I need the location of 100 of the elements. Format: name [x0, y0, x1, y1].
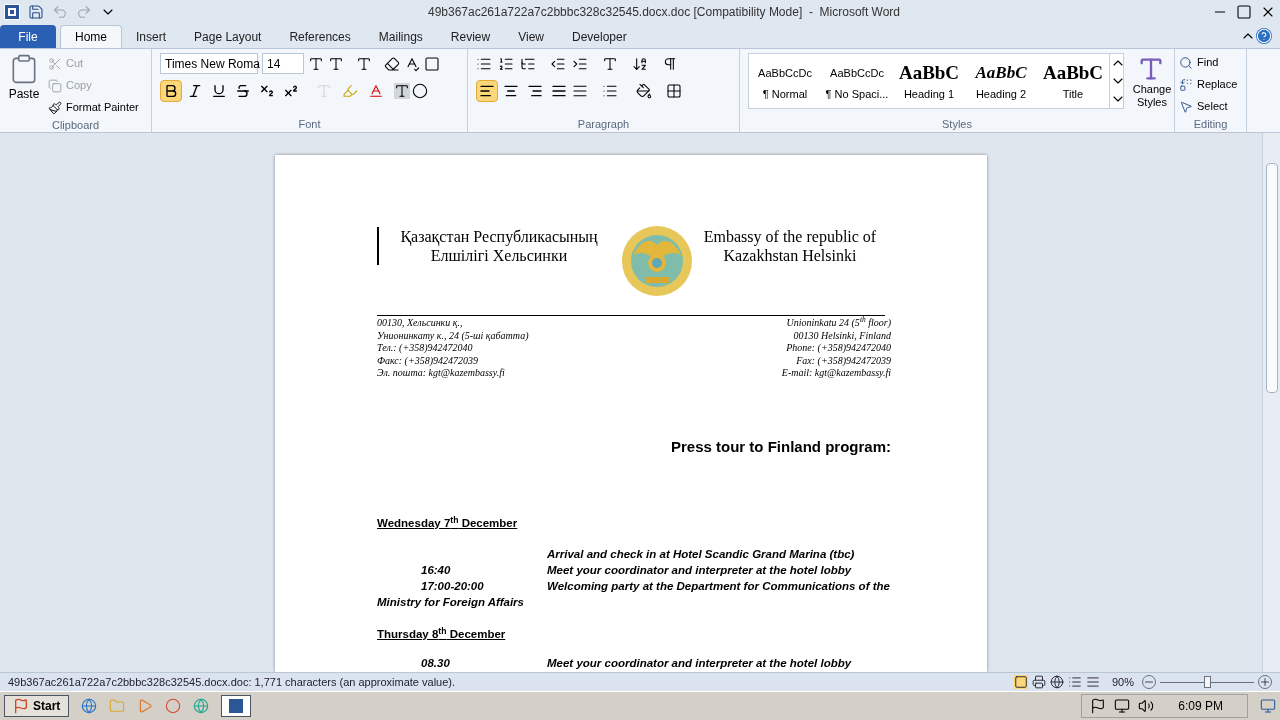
style-item[interactable]: AaBbC Title	[1037, 54, 1109, 108]
style-preview: AaBbCcDc	[830, 65, 884, 81]
vertical-scrollbar[interactable]	[1262, 133, 1280, 672]
group-label: Paragraph	[576, 117, 631, 132]
schedule-text: Meet your coordinator and interpreter at the hotel lobby	[547, 655, 852, 671]
start-button[interactable]: Start	[4, 695, 70, 717]
sort-icon[interactable]	[632, 55, 648, 72]
emblem-drawing	[621, 225, 693, 297]
borders-icon[interactable]	[666, 83, 682, 99]
header-text: Елшілігі Хельсинки	[430, 246, 568, 265]
font-color-icon[interactable]	[368, 83, 384, 99]
zoom-level[interactable]: 90%	[1111, 673, 1134, 691]
file-tab[interactable]: File	[0, 25, 56, 48]
flag-icon[interactable]	[1090, 698, 1107, 714]
editing-command[interactable]: Select	[1179, 97, 1238, 116]
group-label: Editing	[1192, 117, 1229, 132]
style-preview: AaBbC	[898, 60, 960, 85]
show-desktop-icon[interactable]	[1260, 698, 1276, 714]
address-line: 00130, Хельсинки қ.,	[377, 317, 464, 330]
address-line: Унионинкату к., 24 (5-ші қабатта)	[377, 329, 529, 342]
replace-icon	[1179, 77, 1193, 92]
subscript-icon	[259, 83, 275, 99]
address-line: Тел.: (+358)942472040	[377, 342, 474, 355]
word-taskbar-button[interactable]	[221, 695, 252, 717]
ribbon-tab[interactable]: Insert	[122, 25, 181, 48]
draft-icon[interactable]	[1085, 675, 1100, 689]
group-label: Styles	[941, 117, 973, 132]
font-name-field[interactable]: Times New Roma	[160, 53, 258, 74]
day-heading: Thursday 8$^{th}$ December	[377, 626, 506, 643]
schedule-text: Ministry for Foreign Affairs	[377, 595, 525, 611]
paste-button[interactable]: Paste	[4, 53, 44, 117]
schedule-time: 17:00-20:00	[421, 579, 484, 592]
header-text: Kazakhstan Helsinki	[723, 246, 857, 265]
save-icon[interactable]	[28, 4, 44, 20]
numbering-icon[interactable]	[498, 55, 514, 72]
style-preview: AaBbCcDc	[758, 65, 812, 81]
align-left-icon	[479, 83, 495, 99]
schedule-text: Arrival and check in at Hotel Scandic Grand Marina (tbc)	[547, 546, 855, 562]
editing-command[interactable]: Find	[1179, 53, 1238, 72]
bold-icon	[163, 83, 179, 99]
status-text: 49b367ac261a722a7c2bbbc328c32545.docx.doc: 1,771 characters (an approximate value).	[8, 674, 456, 690]
ribbon-tab[interactable]: Review	[436, 25, 505, 48]
day-heading: Wednesday 7$^{th}$ December	[377, 515, 518, 531]
font-size-field[interactable]: 14	[262, 53, 304, 74]
search-icon	[1179, 55, 1193, 70]
style-label: Heading 1	[903, 86, 955, 102]
justify-icon	[551, 83, 567, 99]
line-spacing-icon[interactable]	[602, 83, 618, 99]
style-preview: AaBbC	[1042, 60, 1104, 85]
zoom-slider[interactable]	[1160, 675, 1254, 689]
ribbon-tab[interactable]: Home	[60, 25, 122, 48]
ribbon-tab[interactable]: Developer	[557, 25, 641, 48]
superscript-icon	[283, 83, 299, 99]
style-label: Heading 2	[975, 86, 1027, 102]
document-title: Press tour to Finland program:	[670, 436, 891, 457]
painter-icon	[48, 100, 62, 115]
group-label: Font	[297, 117, 322, 132]
change-styles-button[interactable]: Change Styles	[1128, 53, 1176, 116]
distributed-icon[interactable]	[572, 83, 588, 99]
restore-icon[interactable]	[1236, 4, 1252, 20]
editing-command[interactable]: Replace	[1179, 75, 1238, 94]
address-line: Факс: (+358)942472039	[377, 354, 479, 367]
style-label: ¶ Normal	[762, 86, 808, 102]
zoom-in-icon[interactable]	[1258, 675, 1272, 689]
address-line: 00130 Helsinki, Finland	[793, 329, 891, 342]
format-button[interactable]	[476, 80, 498, 102]
clear-format-icon[interactable]	[384, 55, 400, 72]
address-line: Phone: (+358)942472040	[786, 342, 891, 355]
web-layout-icon[interactable]	[1049, 675, 1064, 689]
format-button[interactable]	[160, 80, 182, 102]
copy-icon	[48, 78, 62, 93]
ribbon-tab[interactable]: View	[504, 25, 558, 48]
style-item[interactable]: AaBbCcDc ¶ No Spaci...	[821, 54, 893, 108]
style-item[interactable]: AaBbC Heading 2	[965, 54, 1037, 108]
schedule-time: 16:40	[421, 563, 451, 576]
style-label: Title	[1062, 86, 1084, 102]
ribbon-tab[interactable]: Page Layout	[180, 25, 276, 48]
pointer-icon	[1179, 99, 1193, 114]
style-preview: AaBbC	[975, 61, 1027, 84]
browser-icon[interactable]	[81, 698, 98, 714]
address-line: Эл. пошта: kgt@kazembassy.fi	[377, 367, 506, 380]
group-label: Clipboard	[50, 118, 101, 133]
clipboard-command[interactable]: Format Painter	[48, 98, 139, 117]
shading-bucket-icon[interactable]	[636, 83, 652, 99]
ribbon-tab[interactable]: References	[275, 25, 365, 48]
header-text: Embassy of the republic of	[703, 227, 877, 246]
cut-icon	[48, 56, 62, 71]
underline-icon	[211, 83, 227, 99]
style-item[interactable]: AaBbCcDc ¶ Normal	[749, 54, 821, 108]
help-icon[interactable]	[1256, 28, 1272, 44]
align-center-icon	[503, 83, 519, 99]
schedule-text: Meet your coordinator and interpreter at the hotel lobby	[547, 562, 852, 578]
character-border-icon[interactable]	[424, 55, 440, 72]
volume-icon[interactable]	[1138, 698, 1155, 714]
ribbon-tab[interactable]: Mailings	[364, 25, 437, 48]
schedule-text: Welcoming party at the Department for Communications of the	[547, 578, 890, 594]
pilcrow-icon[interactable]	[662, 55, 678, 72]
style-item[interactable]: AaBbC Heading 1	[893, 54, 965, 108]
address-line: Fax: (+358)942472039	[796, 354, 891, 367]
style-label: ¶ No Spaci...	[825, 86, 889, 102]
